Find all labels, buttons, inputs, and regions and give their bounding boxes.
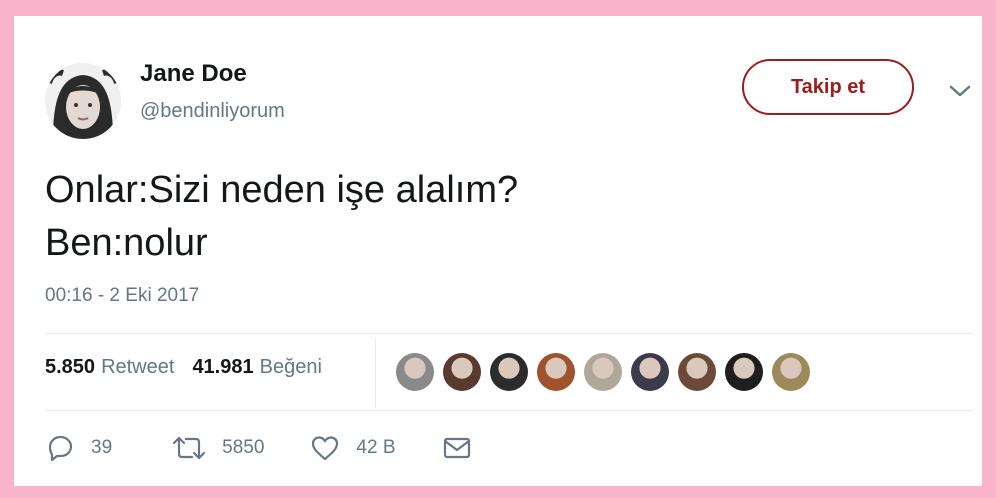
author-name[interactable]: Jane Doe	[140, 60, 247, 88]
author-avatar[interactable]	[45, 63, 121, 139]
retweet-action-count: 5850	[222, 437, 265, 458]
liker-avatar[interactable]	[631, 353, 669, 391]
liker-avatar[interactable]	[678, 353, 716, 391]
tweet-text: Onlar:Sizi neden işe alalım? Ben:nolur	[45, 164, 518, 270]
reply-icon	[48, 435, 73, 462]
stats-divider	[375, 338, 376, 408]
avatar-image	[45, 63, 121, 139]
engagement-stats: 5.850 Retweet 41.981 Beğeni	[45, 356, 322, 379]
liker-avatar[interactable]	[396, 353, 434, 391]
envelope-icon	[443, 437, 470, 459]
retweets-label[interactable]: Retweet	[101, 356, 174, 379]
retweets-count[interactable]: 5.850	[45, 356, 95, 379]
like-button[interactable]: 42 B	[310, 434, 396, 462]
follow-button[interactable]: Takip et	[742, 59, 914, 115]
liker-avatar[interactable]	[772, 353, 810, 391]
liker-avatar[interactable]	[584, 353, 622, 391]
tweet-actions: 39 5850 42 B	[45, 434, 472, 462]
likes-label[interactable]: Beğeni	[260, 356, 322, 379]
author-handle[interactable]: @bendinliyorum	[140, 100, 285, 123]
liker-avatar[interactable]	[443, 353, 481, 391]
like-action-count: 42 B	[356, 437, 396, 458]
chevron-down-icon[interactable]	[947, 82, 973, 100]
tweet-line: Onlar:Sizi neden işe alalım?	[45, 169, 519, 211]
divider	[45, 410, 973, 411]
tweet-timestamp[interactable]: 00:16 - 2 Eki 2017	[45, 285, 199, 307]
divider	[45, 333, 973, 334]
retweet-icon	[173, 436, 206, 460]
retweet-button[interactable]: 5850	[172, 434, 264, 462]
liker-avatar[interactable]	[490, 353, 528, 391]
liker-avatar[interactable]	[725, 353, 763, 391]
heart-icon	[312, 436, 339, 461]
direct-message-button[interactable]	[442, 434, 472, 462]
tweet-card: Jane Doe @bendinliyorum Takip et Onlar:S…	[14, 16, 982, 486]
liker-avatars	[396, 353, 819, 391]
reply-button[interactable]: 39	[45, 434, 112, 462]
liker-avatar[interactable]	[537, 353, 575, 391]
tweet-line: Ben:nolur	[45, 222, 208, 264]
likes-count[interactable]: 41.981	[192, 356, 253, 379]
reply-count: 39	[91, 437, 113, 458]
